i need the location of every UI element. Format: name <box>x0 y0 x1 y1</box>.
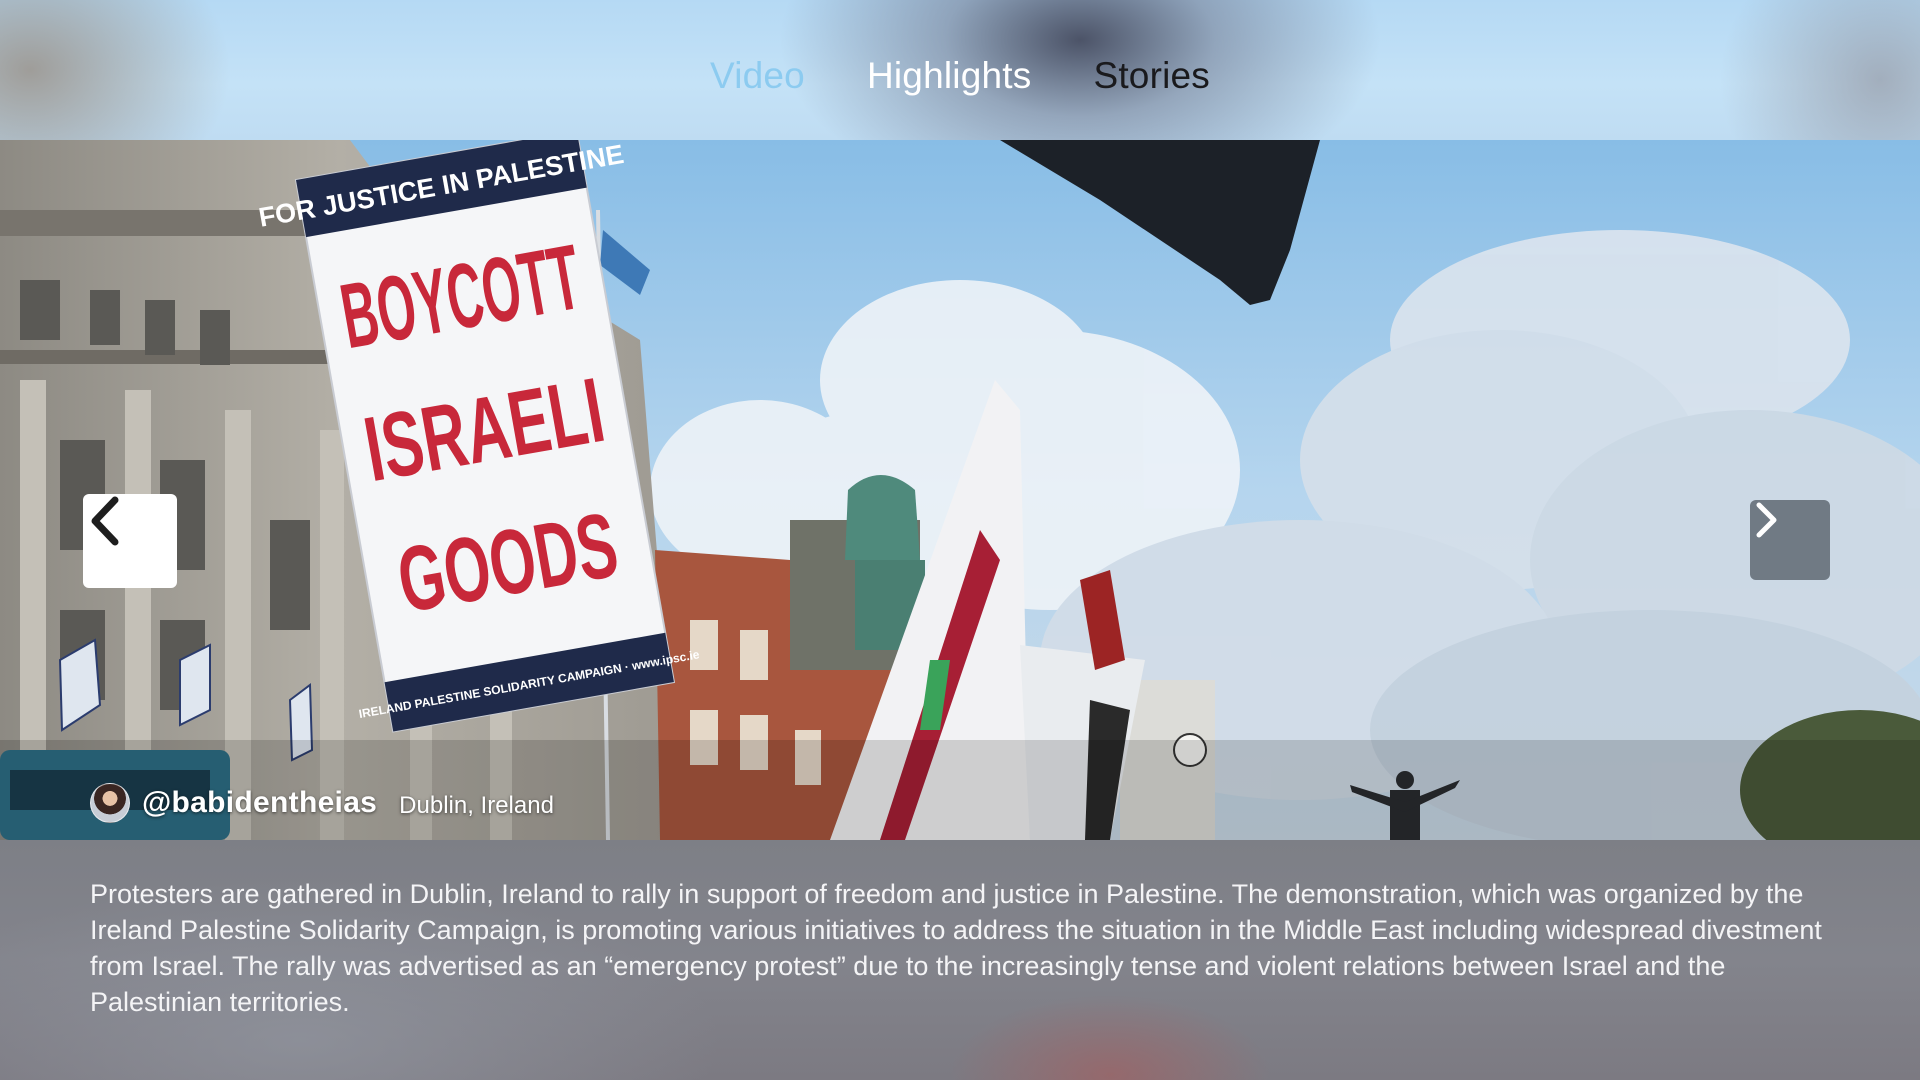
top-nav-bar: Video Highlights Stories <box>0 0 1920 140</box>
location-label: Dublin, Ireland <box>399 792 554 819</box>
tab-bar: Video Highlights Stories <box>0 52 1920 100</box>
next-button[interactable] <box>1750 500 1830 580</box>
story-photo: FOR JUSTICE IN PALESTINE BOYCOTT ISRAELI… <box>0 140 1920 840</box>
tab-highlights[interactable]: Highlights <box>867 52 1031 100</box>
caption-panel: Protesters are gathered in Dublin, Irela… <box>0 840 1920 1080</box>
photo-credit: @babidentheias Dublin, Ireland <box>90 780 554 826</box>
avatar[interactable] <box>90 783 130 823</box>
story-caption: Protesters are gathered in Dublin, Irela… <box>90 879 1822 1017</box>
chevron-right-icon <box>1756 502 1777 538</box>
username[interactable]: @babidentheias <box>142 786 377 820</box>
previous-button[interactable] <box>83 494 177 588</box>
tab-stories[interactable]: Stories <box>1093 52 1210 100</box>
protest-scene: FOR JUSTICE IN PALESTINE BOYCOTT ISRAELI… <box>0 140 1920 840</box>
chevron-left-icon <box>91 496 119 546</box>
tab-video[interactable]: Video <box>710 52 805 100</box>
